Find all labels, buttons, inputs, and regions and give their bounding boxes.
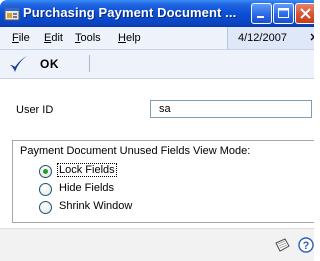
user-id-label: User ID — [16, 104, 54, 116]
menu-help-rest: elp — [125, 32, 141, 44]
close-button[interactable] — [295, 3, 314, 24]
menu-tools-rest: ools — [80, 32, 101, 44]
user-id-field[interactable]: sa — [150, 100, 312, 118]
help-icon[interactable]: ? — [298, 237, 314, 253]
maximize-icon — [278, 8, 289, 18]
title-bar[interactable]: Purchasing Payment Document ... — [0, 0, 314, 27]
view-mode-group-title: Payment Document Unused Fields View Mode… — [20, 145, 251, 157]
purchasing-payment-document-window: Purchasing Payment Document ... File Edi… — [0, 0, 314, 261]
svg-text:?: ? — [303, 240, 310, 252]
minimize-button[interactable] — [251, 3, 272, 24]
radio-label-lock-fields: Lock Fields — [57, 163, 117, 177]
user-date: 4/12/2007 — [238, 32, 287, 44]
ok-button[interactable]: OK — [4, 52, 84, 76]
menu-tools[interactable]: Tools — [75, 32, 101, 44]
chevron-right-icon — [310, 33, 314, 41]
note-icon[interactable] — [274, 238, 290, 252]
menu-edit-rest: dit — [51, 32, 63, 44]
radio-label-hide-fields: Hide Fields — [59, 182, 115, 194]
window-title: Purchasing Payment Document ... — [23, 5, 237, 20]
ok-checkmark-icon — [10, 56, 27, 72]
menu-help-accel: H — [118, 32, 126, 44]
radio-button[interactable] — [39, 201, 52, 214]
menu-edit[interactable]: Edit — [44, 32, 63, 44]
radio-button[interactable] — [39, 183, 52, 196]
user-date-menu[interactable]: 4/12/2007 — [227, 27, 314, 49]
maximize-button[interactable] — [273, 3, 294, 24]
menu-file[interactable]: File — [12, 32, 30, 44]
toolbar: OK — [0, 50, 314, 79]
window-app-icon — [4, 7, 20, 21]
status-bar: ? — [0, 228, 314, 261]
ok-label: OK — [40, 57, 59, 71]
radio-label-shrink-window: Shrink Window — [59, 200, 133, 212]
view-mode-group: Payment Document Unused Fields View Mode… — [12, 140, 314, 223]
close-icon — [300, 8, 311, 19]
minimize-icon — [257, 16, 264, 18]
toolbar-divider — [89, 55, 90, 72]
menu-help[interactable]: Help — [118, 32, 141, 44]
user-id-value: sa — [159, 103, 171, 115]
radio-button-selected[interactable] — [39, 165, 52, 178]
menu-file-rest: ile — [18, 32, 30, 44]
menu-file-accel: F — [12, 32, 19, 44]
